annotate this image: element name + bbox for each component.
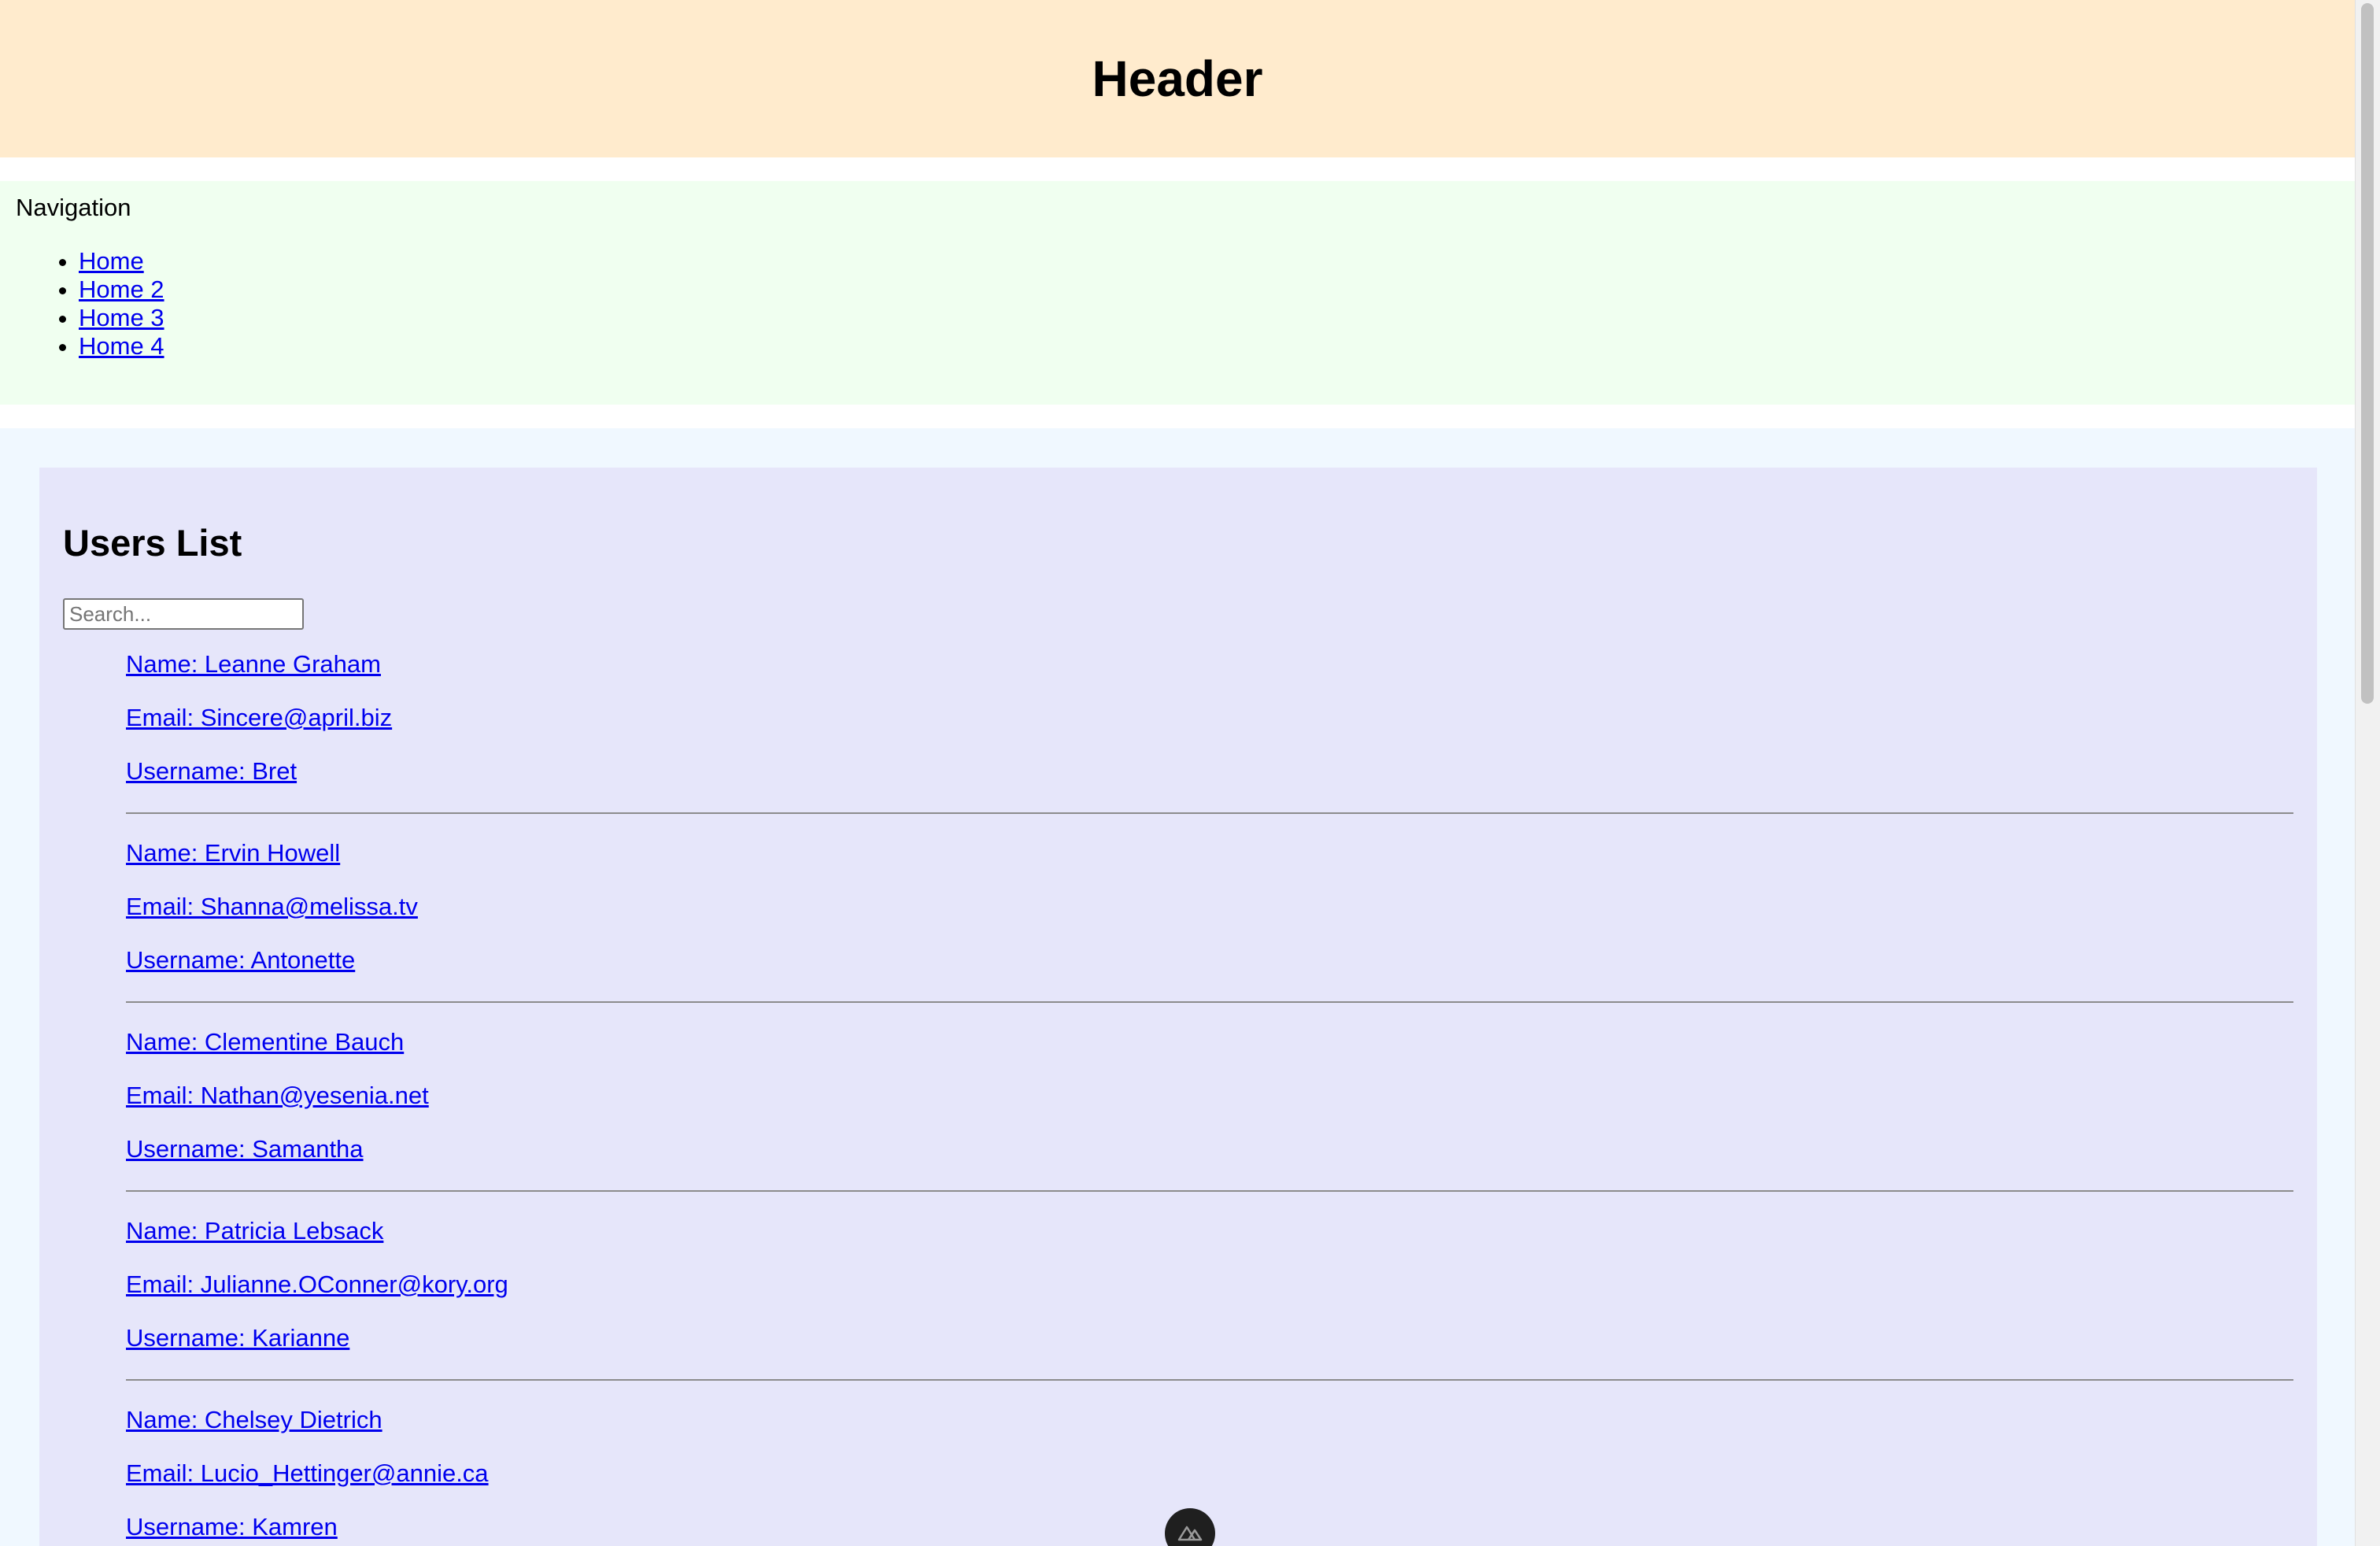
nav-link-home[interactable]: Home — [79, 247, 144, 275]
nav-link-home-3[interactable]: Home 3 — [79, 304, 164, 331]
main-content: Users List Name: Leanne Graham Email: Si… — [0, 428, 2355, 1546]
user-name-link[interactable]: Name: Leanne Graham — [126, 650, 381, 678]
scrollbar-thumb[interactable] — [2361, 3, 2374, 704]
user-list: Name: Leanne Graham Email: Sincere@april… — [126, 641, 2293, 1546]
user-item: Name: Leanne Graham Email: Sincere@april… — [126, 641, 2293, 830]
user-name-link[interactable]: Name: Clementine Bauch — [126, 1028, 404, 1056]
navigation-title: Navigation — [16, 194, 131, 221]
user-username-link[interactable]: Username: Samantha — [126, 1135, 364, 1163]
user-divider — [126, 1379, 2293, 1381]
user-email-link[interactable]: Email: Nathan@yesenia.net — [126, 1082, 429, 1109]
user-item: Name: Patricia Lebsack Email: Julianne.O… — [126, 1208, 2293, 1396]
user-divider — [126, 1001, 2293, 1003]
user-name-link[interactable]: Name: Chelsey Dietrich — [126, 1406, 382, 1433]
nav-item-home-3: Home 3 — [79, 304, 164, 332]
users-panel: Users List Name: Leanne Graham Email: Si… — [39, 468, 2317, 1546]
nav-link-home-2[interactable]: Home 2 — [79, 276, 164, 303]
user-divider — [126, 1190, 2293, 1192]
nuxt-devtools-icon — [1177, 1526, 1203, 1541]
user-name-link[interactable]: Name: Ervin Howell — [126, 839, 340, 867]
nav-item-home: Home — [79, 247, 164, 276]
user-username-link[interactable]: Username: Bret — [126, 757, 297, 785]
page-header: Header — [0, 0, 2355, 157]
user-username-link[interactable]: Username: Kamren — [126, 1513, 338, 1540]
nav-item-home-2: Home 2 — [79, 276, 164, 304]
users-list-heading: Users List — [63, 522, 242, 564]
vertical-scrollbar[interactable] — [2355, 0, 2380, 1546]
nav-item-home-4: Home 4 — [79, 332, 164, 361]
user-username-link[interactable]: Username: Antonette — [126, 946, 355, 974]
header-title: Header — [1092, 50, 1263, 107]
nav-link-home-4[interactable]: Home 4 — [79, 332, 164, 360]
user-email-link[interactable]: Email: Sincere@april.biz — [126, 704, 392, 731]
navigation: Navigation Home Home 2 Home 3 Home 4 — [0, 181, 2355, 405]
user-item: Name: Clementine Bauch Email: Nathan@yes… — [126, 1019, 2293, 1208]
user-divider — [126, 812, 2293, 814]
user-email-link[interactable]: Email: Lucio_Hettinger@annie.ca — [126, 1459, 489, 1487]
user-name-link[interactable]: Name: Patricia Lebsack — [126, 1217, 383, 1245]
user-username-link[interactable]: Username: Karianne — [126, 1324, 349, 1352]
page: Header Navigation Home Home 2 Home 3 Hom… — [0, 0, 2355, 1546]
search-input[interactable] — [63, 598, 304, 630]
user-item: Name: Ervin Howell Email: Shanna@melissa… — [126, 830, 2293, 1019]
user-email-link[interactable]: Email: Julianne.OConner@kory.org — [126, 1270, 508, 1298]
nav-links: Home Home 2 Home 3 Home 4 — [0, 247, 164, 361]
user-email-link[interactable]: Email: Shanna@melissa.tv — [126, 893, 418, 920]
